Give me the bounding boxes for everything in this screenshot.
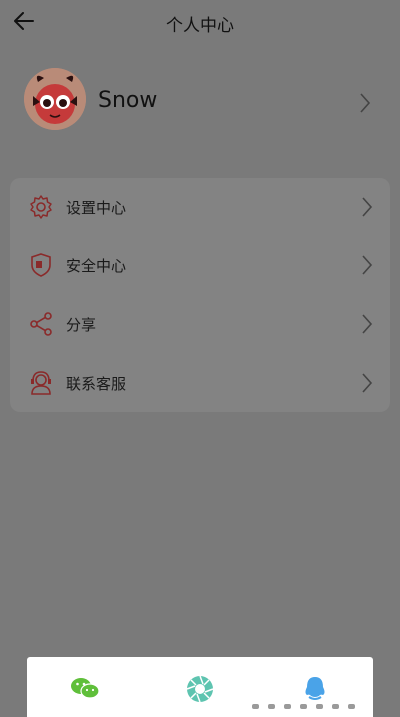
menu-item-label: 联系客服: [66, 375, 127, 393]
top-bar: 个人中心: [0, 0, 400, 44]
share-moments-button[interactable]: [182, 671, 218, 707]
wechat-icon: [71, 678, 100, 699]
menu-item-share[interactable]: 分享: [10, 295, 390, 353]
menu-item-label: 安全中心: [66, 257, 127, 275]
devil-avatar-icon: [24, 68, 86, 130]
share-icon: [30, 312, 52, 336]
bottom-decoration: [252, 703, 400, 710]
moments-icon: [186, 675, 214, 703]
share-qq-button[interactable]: [297, 671, 333, 707]
menu-item-customer-service[interactable]: 联系客服: [10, 354, 390, 412]
menu-item-label: 分享: [66, 316, 97, 334]
customer-service-icon: [31, 371, 51, 395]
profile-row[interactable]: Snow: [0, 62, 400, 152]
qq-icon: [305, 677, 325, 700]
menu-item-settings[interactable]: 设置中心: [10, 178, 390, 236]
back-button[interactable]: [14, 6, 50, 36]
chevron-right-icon: [362, 255, 373, 275]
menu-item-security[interactable]: 安全中心: [10, 236, 390, 294]
menu-card: 设置中心 安全中心 分享 联系客服: [10, 178, 390, 412]
share-wechat-button[interactable]: [67, 671, 103, 707]
username: Snow: [98, 88, 158, 113]
gear-icon: [30, 195, 52, 219]
chevron-right-icon: [360, 93, 371, 113]
chevron-right-icon: [362, 314, 373, 334]
back-arrow-icon: [14, 12, 34, 30]
shield-icon: [31, 253, 51, 277]
avatar: [24, 68, 86, 130]
page-title: 个人中心: [166, 15, 234, 36]
chevron-right-icon: [362, 197, 373, 217]
chevron-right-icon: [362, 373, 373, 393]
menu-item-label: 设置中心: [66, 199, 127, 217]
